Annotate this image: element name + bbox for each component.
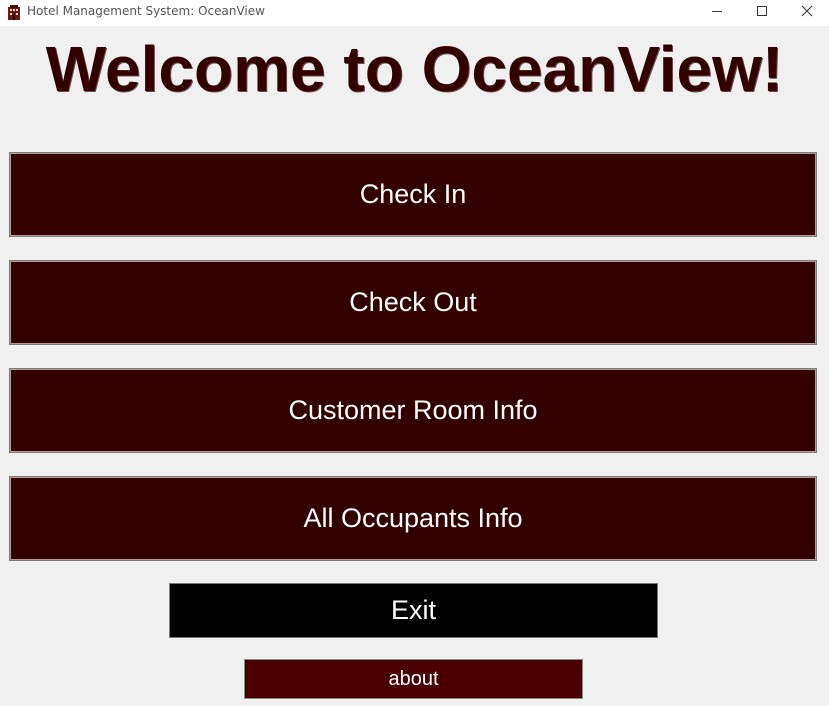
check-in-label: Check In xyxy=(359,179,467,209)
check-in-button[interactable]: Check In xyxy=(9,152,817,237)
close-button[interactable] xyxy=(784,0,829,26)
customer-room-info-button[interactable]: Customer Room Info xyxy=(9,368,817,453)
check-out-button[interactable]: Check Out xyxy=(9,260,817,345)
exit-button[interactable]: Exit xyxy=(169,583,658,638)
customer-room-info-label: Customer Room Info xyxy=(288,395,538,425)
welcome-heading: Welcome to OceanView! xyxy=(45,33,784,105)
all-occupants-info-label: All Occupants Info xyxy=(303,503,523,533)
minimize-button[interactable] xyxy=(694,0,740,26)
all-occupants-info-button[interactable]: All Occupants Info xyxy=(9,476,817,561)
exit-label: Exit xyxy=(390,595,436,625)
close-icon xyxy=(801,4,813,22)
maximize-button[interactable] xyxy=(739,0,785,26)
maximize-icon xyxy=(756,4,768,22)
about-label: about xyxy=(388,667,439,690)
hotel-building-icon xyxy=(7,4,21,20)
about-button[interactable]: about xyxy=(244,659,583,699)
check-out-label: Check Out xyxy=(349,287,477,317)
window-title: Hotel Management System: OceanView xyxy=(27,4,265,18)
minimize-icon xyxy=(711,4,723,22)
title-bar: Hotel Management System: OceanView xyxy=(0,0,829,26)
